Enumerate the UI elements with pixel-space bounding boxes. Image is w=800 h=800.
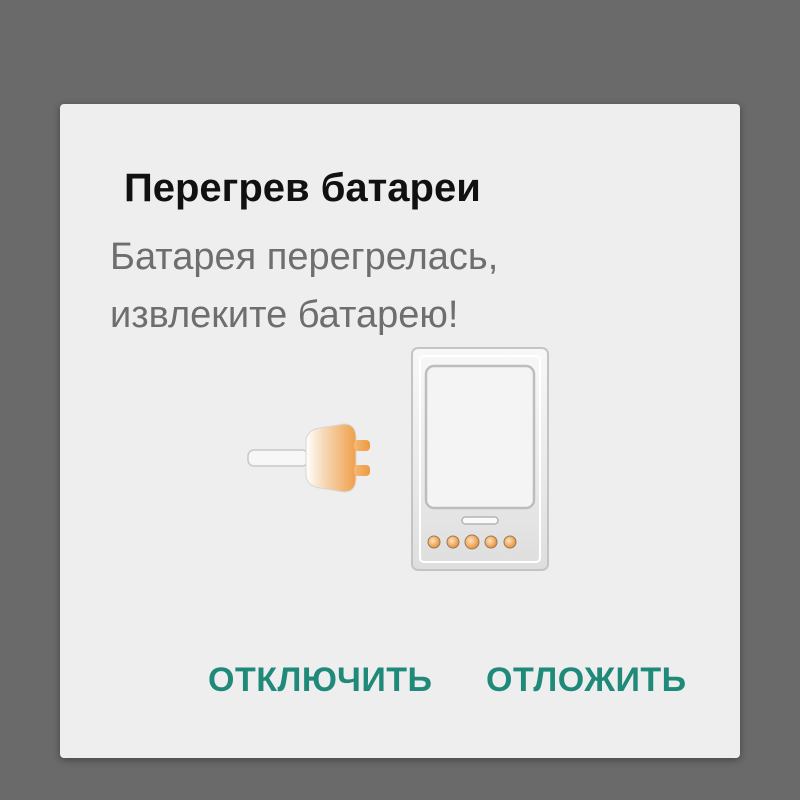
screen-backdrop: Перегрев батареи Батарея перегрелась, из… [0, 0, 800, 800]
charger-plug-icon [305, 423, 370, 493]
charger-cable-icon [247, 449, 309, 467]
dialog-message-line-1: Батарея перегрелась, [110, 236, 499, 278]
dialog-title: Перегрев батареи [124, 166, 481, 210]
postpone-button[interactable]: ОТЛОЖИТЬ [486, 652, 687, 708]
dialog-message-line-2: извлеките батарею! [110, 294, 459, 336]
dialog-message: Батарея перегрелась, извлеките батарею! [110, 228, 710, 344]
disable-button[interactable]: ОТКЛЮЧИТЬ [208, 652, 432, 708]
phone-device-icon [411, 347, 549, 571]
battery-overheat-dialog: Перегрев батареи Батарея перегрелась, из… [60, 104, 740, 758]
dialog-actions: ОТКЛЮЧИТЬ ОТЛОЖИТЬ [60, 652, 740, 708]
charger-plug-and-phone-icon [240, 344, 560, 574]
